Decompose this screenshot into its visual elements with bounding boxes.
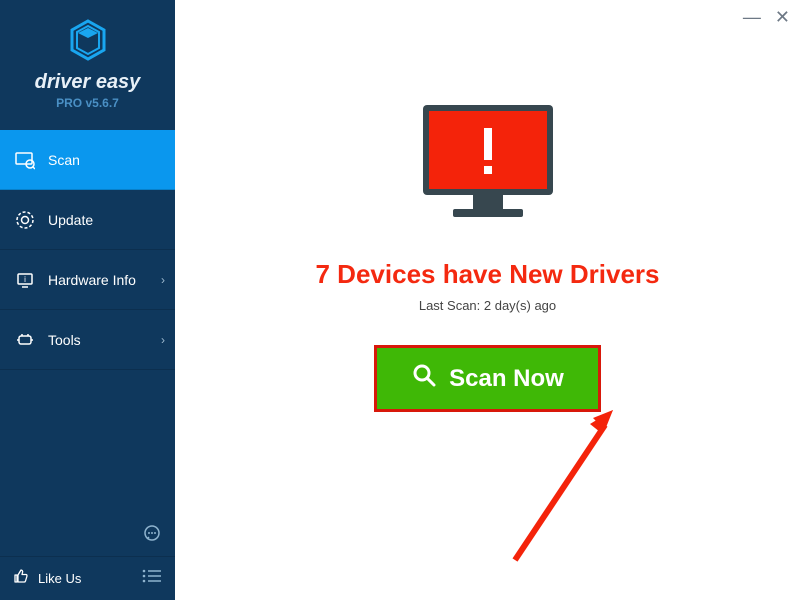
logo-icon — [66, 18, 110, 67]
last-scan-label: Last Scan: 2 day(s) ago — [419, 298, 556, 313]
sidebar-item-label: Hardware Info — [48, 272, 136, 288]
sidebar-item-label: Update — [48, 212, 93, 228]
sidebar-item-scan[interactable]: Scan — [0, 130, 175, 190]
sidebar-item-update[interactable]: Update — [0, 190, 175, 250]
headline: 7 Devices have New Drivers — [316, 259, 660, 290]
window-controls: — ✕ — [743, 8, 790, 26]
sidebar: driver easy PRO v5.6.7 Scan Update i Har… — [0, 0, 175, 600]
minimize-icon[interactable]: — — [743, 8, 761, 26]
sidebar-item-tools[interactable]: Tools › — [0, 310, 175, 370]
scan-icon — [14, 149, 36, 171]
thumbs-up-icon[interactable] — [12, 567, 30, 590]
update-icon — [14, 209, 36, 231]
bottom-bar: Like Us — [0, 556, 175, 600]
like-us-label[interactable]: Like Us — [38, 571, 81, 586]
main-panel: — ✕ 7 Devices have New Drivers Last Scan… — [175, 0, 800, 600]
chevron-right-icon: › — [161, 273, 165, 287]
svg-text:i: i — [24, 275, 26, 284]
annotation-arrow-icon — [505, 400, 645, 575]
close-icon[interactable]: ✕ — [775, 8, 790, 26]
tools-icon — [14, 329, 36, 351]
scan-now-button[interactable]: Scan Now — [374, 345, 601, 412]
brand-name: driver easy — [0, 71, 175, 94]
sidebar-item-label: Scan — [48, 152, 80, 168]
center-content: 7 Devices have New Drivers Last Scan: 2 … — [175, 0, 800, 412]
chevron-right-icon: › — [161, 333, 165, 347]
version-label: PRO v5.6.7 — [0, 96, 175, 110]
alert-monitor-icon — [413, 100, 563, 235]
search-icon — [411, 362, 437, 395]
logo-area: driver easy PRO v5.6.7 — [0, 0, 175, 122]
sidebar-item-label: Tools — [48, 332, 81, 348]
menu-icon[interactable] — [141, 568, 163, 589]
nav-list: Scan Update i Hardware Info › Tools › — [0, 130, 175, 523]
hardware-icon: i — [14, 269, 36, 291]
sidebar-item-hardware-info[interactable]: i Hardware Info › — [0, 250, 175, 310]
scan-button-label: Scan Now — [449, 365, 564, 393]
feedback-icon[interactable] — [141, 523, 163, 550]
